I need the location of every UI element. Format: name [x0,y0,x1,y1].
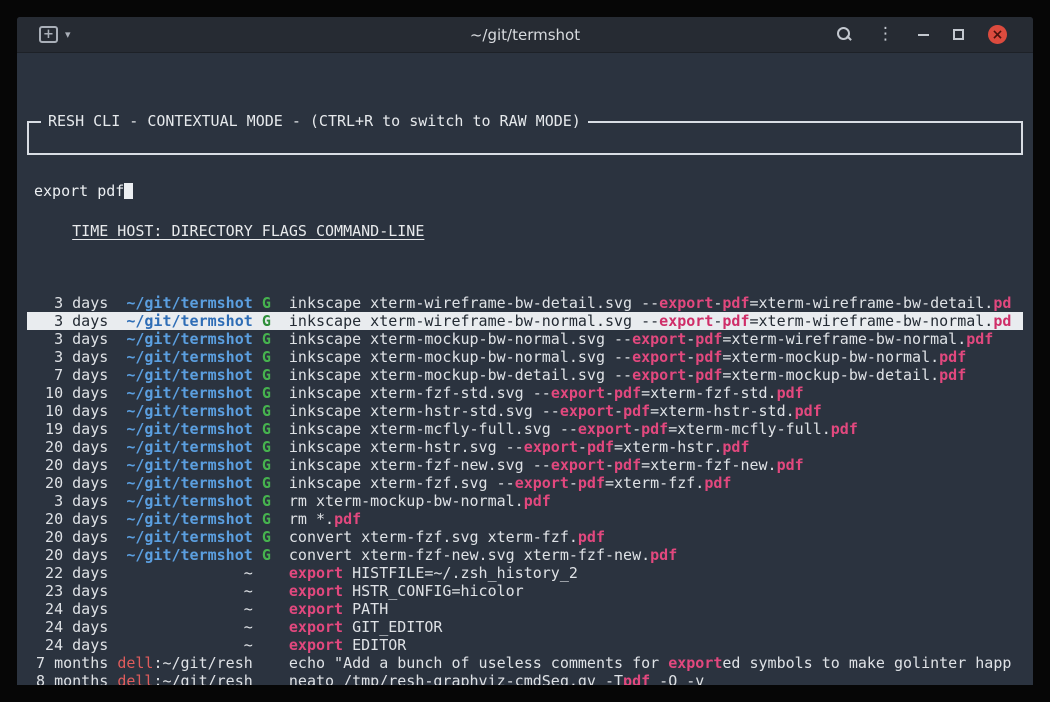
menu-kebab-icon[interactable]: ⋮ [877,26,894,43]
dropdown-caret-icon[interactable]: ▾ [65,28,71,41]
history-row[interactable]: 24 days ~ export EDITOR [27,636,1023,654]
close-x-icon: × [992,28,1004,42]
history-row[interactable]: 20 days ~/git/termshot G inkscape xterm-… [27,456,1023,474]
new-tab-button[interactable]: + [39,26,58,43]
search-box[interactable]: RESH CLI - CONTEXTUAL MODE - (CTRL+R to … [27,121,1023,155]
history-row[interactable]: 20 days ~/git/termshot G convert xterm-f… [27,528,1023,546]
history-row[interactable]: 10 days ~/git/termshot G inkscape xterm-… [27,402,1023,420]
history-row[interactable]: 10 days ~/git/termshot G inkscape xterm-… [27,384,1023,402]
screen-frame: + ▾ ~/git/termshot ⋮ × RESH CLI - CONTEX… [0,0,1050,702]
history-row[interactable]: 19 days ~/git/termshot G inkscape xterm-… [27,420,1023,438]
history-row[interactable]: 22 days ~ export HISTFILE=~/.zsh_history… [27,564,1023,582]
history-row-selected[interactable]: 3 days ~/git/termshot G inkscape xterm-w… [27,312,1023,330]
search-icon[interactable] [836,26,853,43]
search-box-title: RESH CLI - CONTEXTUAL MODE - (CTRL+R to … [41,112,588,130]
plus-icon: + [43,28,54,41]
titlebar-left-controls: + ▾ [17,26,71,43]
history-row[interactable]: 8 months dell:~/git/resh neato /tmp/resh… [27,672,1023,685]
history-row[interactable]: 24 days ~ export GIT_EDITOR [27,618,1023,636]
history-list: 3 days ~/git/termshot G inkscape xterm-w… [27,294,1023,685]
search-query-text: export pdf [34,182,124,200]
history-row[interactable]: 20 days ~/git/termshot G inkscape xterm-… [27,438,1023,456]
titlebar[interactable]: + ▾ ~/git/termshot ⋮ × [17,17,1033,53]
terminal-content: RESH CLI - CONTEXTUAL MODE - (CTRL+R to … [17,53,1033,684]
history-row[interactable]: 20 days ~/git/termshot G rm *.pdf [27,510,1023,528]
history-row[interactable]: 7 days ~/git/termshot G inkscape xterm-m… [27,366,1023,384]
titlebar-right-controls: ⋮ × [836,25,1033,44]
close-button[interactable]: × [988,25,1007,44]
history-row[interactable]: 24 days ~ export PATH [27,600,1023,618]
terminal-window: + ▾ ~/git/termshot ⋮ × RESH CLI - CONTEX… [17,17,1033,685]
history-row[interactable]: 7 months dell:~/git/resh echo "Add a bun… [27,654,1023,672]
minimize-button[interactable] [918,34,929,36]
history-row[interactable]: 3 days ~/git/termshot G inkscape xterm-m… [27,348,1023,366]
maximize-button[interactable] [953,29,964,40]
history-row[interactable]: 20 days ~/git/termshot G convert xterm-f… [27,546,1023,564]
text-cursor [124,183,133,199]
history-row[interactable]: 3 days ~/git/termshot G rm xterm-mockup-… [27,492,1023,510]
history-row[interactable]: 20 days ~/git/termshot G inkscape xterm-… [27,474,1023,492]
history-row[interactable]: 3 days ~/git/termshot G inkscape xterm-m… [27,330,1023,348]
search-query-line[interactable]: export pdf [29,177,1021,200]
history-row[interactable]: 3 days ~/git/termshot G inkscape xterm-w… [27,294,1023,312]
history-row[interactable]: 23 days ~ export HSTR_CONFIG=hicolor [27,582,1023,600]
